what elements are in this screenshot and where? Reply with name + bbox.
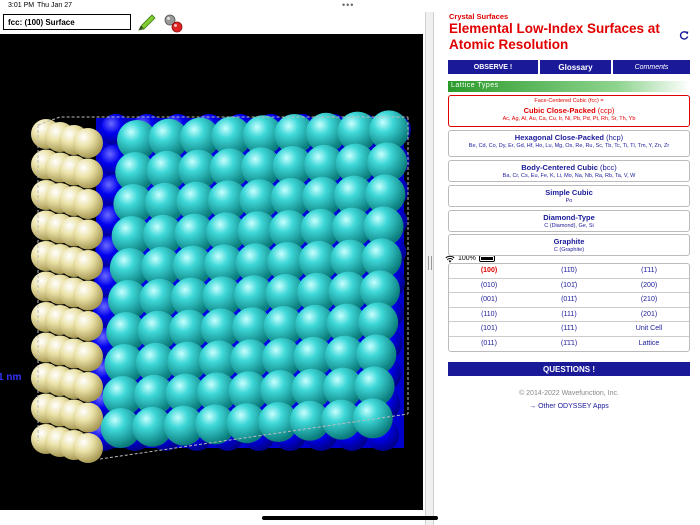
lattice-item-fcc[interactable]: Face-Centered Cubic (fcc) = Cubic Close-…: [448, 95, 690, 127]
surface-atom: [352, 398, 393, 439]
lattice-item-simple-cubic[interactable]: Simple Cubic Po: [448, 185, 690, 207]
side-atom: [73, 128, 103, 158]
surface-button[interactable]: (201): [609, 308, 689, 322]
lattice-item-name: Simple Cubic: [545, 188, 593, 197]
status-time: 3:01 PM: [8, 2, 35, 9]
side-atom: [73, 372, 103, 402]
lattice-item-name: Body-Centered Cubic (bcc): [521, 163, 617, 172]
side-atom: [73, 311, 103, 341]
lattice-item-elements: Po: [565, 198, 573, 204]
tab-glossary[interactable]: Glossary: [540, 60, 611, 74]
molecular-viewport[interactable]: 1 nm: [0, 34, 423, 510]
surface-button[interactable]: (101̄): [529, 279, 609, 293]
surface-button[interactable]: (010): [449, 279, 529, 293]
surface-button[interactable]: (001): [449, 293, 529, 307]
surface-button[interactable]: (210): [609, 293, 689, 307]
structure-title-field[interactable]: fcc: (100) Surface: [3, 14, 131, 30]
surface-row: (110) (111) (201): [449, 308, 689, 322]
surface-button[interactable]: (110): [449, 308, 529, 322]
app-subtitle: Crystal Surfaces: [449, 12, 509, 21]
multitasking-dots-icon[interactable]: •••: [342, 0, 354, 10]
surface-row: (100) (11̄0) (1̄11): [449, 264, 689, 279]
viewer-pane: fcc: (100) Surface 1 nm: [0, 12, 425, 525]
status-bar: 3:01 PM Thu Jan 27 ••• 100%: [0, 0, 700, 262]
divider-handle-icon[interactable]: [428, 256, 432, 270]
lattice-item-graphite[interactable]: Graphite C (Graphite): [448, 234, 690, 256]
questions-button[interactable]: QUESTIONS !: [448, 362, 690, 376]
side-atom: [73, 250, 103, 280]
lattice-item-name: Diamond-Type: [543, 213, 595, 222]
copyright-text: © 2014-2022 Wavefunction, Inc.: [519, 390, 619, 397]
side-atom: [73, 158, 103, 189]
lattice-item-name: Cubic Close-Packed (ccp): [523, 106, 615, 115]
lattice-item-elements: C (Diamond), Ge, Si: [544, 223, 594, 229]
surface-row: (001) (011̄) (210): [449, 293, 689, 308]
lattice-item-diamond[interactable]: Diamond-Type C (Diamond), Ge, Si: [448, 210, 690, 232]
side-atom: [73, 280, 103, 311]
surface-button[interactable]: (1̄1̄1): [529, 337, 609, 352]
lattice-item-elements: C (Graphite): [553, 247, 585, 253]
crystal-surface-model[interactable]: [0, 34, 423, 510]
menu-pane: Crystal Surfaces Elemental Low-Index Sur…: [445, 12, 695, 525]
molecule-icon[interactable]: [162, 13, 184, 33]
other-apps-link[interactable]: → Other ODYSSEY Apps: [448, 403, 690, 410]
surface-button[interactable]: (011): [449, 337, 529, 352]
surface-button[interactable]: (011̄): [529, 293, 609, 307]
lattice-item-name: Graphite: [553, 237, 585, 246]
scale-bar-label: 1 nm: [0, 372, 22, 383]
app-root: 3:01 PM Thu Jan 27 ••• 100% fcc: (100) S…: [0, 0, 700, 525]
side-atom: [73, 402, 103, 433]
side-atom: [73, 341, 103, 372]
side-atom: [73, 219, 103, 250]
side-atom: [73, 433, 103, 463]
tab-observe[interactable]: OBSERVE !: [448, 60, 538, 74]
surface-row: (101) (11̄1) Unit Cell: [449, 322, 689, 337]
unit-cell-button[interactable]: Unit Cell: [609, 322, 689, 336]
surface-button[interactable]: (111): [529, 308, 609, 322]
lattice-item-elements: Be, Cd, Co, Dy, Er, Gd, Hf, Ho, Lu, Mg, …: [468, 143, 670, 149]
surface-grid: (100) (11̄0) (1̄11) (010) (101̄) (200) (…: [448, 263, 690, 352]
surface-row: (011) (1̄1̄1) Lattice: [449, 337, 689, 352]
surface-button[interactable]: (11̄1): [529, 322, 609, 336]
lattice-item-elements: Ba, Cr, Cs, Eu, Fe, K, Li, Mo, Na, Nb, R…: [502, 173, 636, 179]
surface-button[interactable]: (1̄11): [609, 264, 689, 278]
surface-button[interactable]: (11̄0): [529, 264, 609, 278]
lattice-button[interactable]: Lattice: [609, 337, 689, 352]
lattice-item-bcc[interactable]: Body-Centered Cubic (bcc) Ba, Cr, Cs, Eu…: [448, 160, 690, 182]
app-title: Elemental Low-Index Surfaces at Atomic R…: [449, 21, 660, 52]
side-atom: [73, 189, 103, 219]
surface-100-button[interactable]: (100): [449, 264, 529, 278]
split-view-divider[interactable]: [425, 12, 434, 525]
surface-button[interactable]: (200): [609, 279, 689, 293]
status-date: Thu Jan 27: [37, 2, 73, 9]
surface-row: (010) (101̄) (200): [449, 279, 689, 293]
tab-comments[interactable]: Comments: [613, 60, 690, 74]
refresh-icon[interactable]: [679, 30, 689, 40]
lattice-item-name: Hexagonal Close-Packed (hcp): [514, 133, 624, 142]
home-indicator[interactable]: [262, 516, 438, 520]
lattice-types-header: Lattice Types: [448, 81, 690, 92]
tab-bar: OBSERVE ! Glossary Comments: [448, 60, 690, 74]
lattice-item-hcp[interactable]: Hexagonal Close-Packed (hcp) Be, Cd, Co,…: [448, 130, 690, 157]
surface-button[interactable]: (101): [449, 322, 529, 336]
pencil-icon[interactable]: [137, 14, 157, 32]
lattice-item-prefix: Face-Centered Cubic (fcc) =: [534, 98, 604, 104]
lattice-item-elements: Ac, Ag, Al, Au, Ca, Cu, Ir, Ni, Pb, Pd, …: [502, 116, 636, 122]
